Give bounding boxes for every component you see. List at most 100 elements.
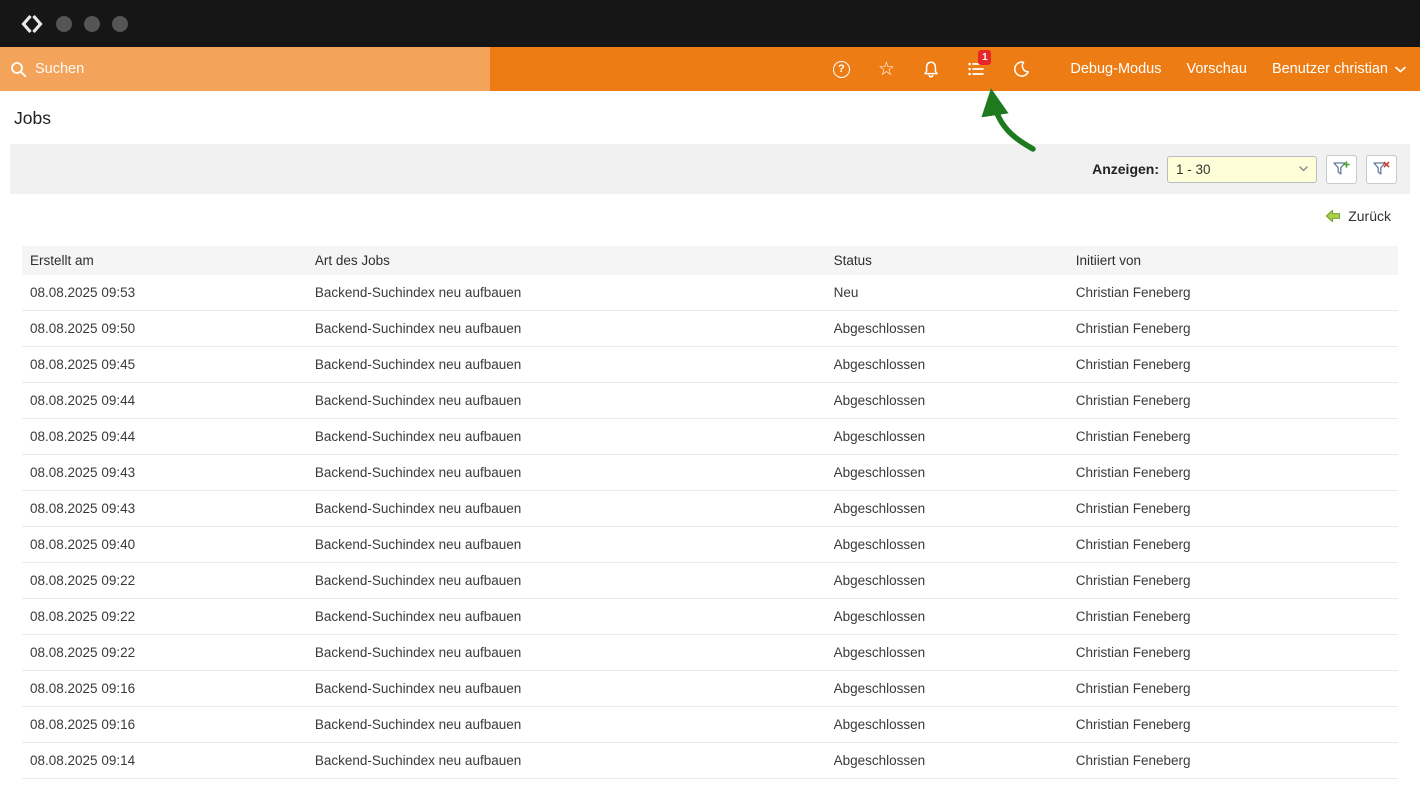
cell-created-at: 08.08.2025 09:53 bbox=[22, 275, 307, 311]
search-icon bbox=[10, 61, 27, 78]
cell-initiator: Christian Feneberg bbox=[1068, 743, 1398, 779]
cell-job-type: Backend-Suchindex neu aufbauen bbox=[307, 383, 826, 419]
col-header-jobtype[interactable]: Art des Jobs bbox=[307, 246, 826, 275]
jobs-badge: 1 bbox=[978, 50, 991, 65]
preview-link[interactable]: Vorschau bbox=[1186, 61, 1246, 77]
cell-status: Abgeschlossen bbox=[826, 419, 1068, 455]
cell-initiator: Christian Feneberg bbox=[1068, 599, 1398, 635]
cell-job-type: Backend-Suchindex neu aufbauen bbox=[307, 635, 826, 671]
clear-filter-button[interactable] bbox=[1366, 155, 1397, 184]
cell-initiator: Christian Feneberg bbox=[1068, 455, 1398, 491]
table-header-row: Erstellt am Art des Jobs Status Initiier… bbox=[22, 246, 1398, 275]
table-row[interactable]: 08.08.2025 09:22 Backend-Suchindex neu a… bbox=[22, 599, 1398, 635]
cell-job-type: Backend-Suchindex neu aufbauen bbox=[307, 455, 826, 491]
cell-initiator: Christian Feneberg bbox=[1068, 311, 1398, 347]
user-menu[interactable]: Benutzer christian bbox=[1272, 61, 1406, 77]
cell-created-at: 08.08.2025 09:22 bbox=[22, 563, 307, 599]
table-row[interactable]: 08.08.2025 09:50 Backend-Suchindex neu a… bbox=[22, 311, 1398, 347]
funnel-clear-icon bbox=[1373, 161, 1390, 177]
cell-initiator: Christian Feneberg bbox=[1068, 275, 1398, 311]
table-row[interactable]: 08.08.2025 09:44 Backend-Suchindex neu a… bbox=[22, 419, 1398, 455]
app-logo-icon bbox=[20, 12, 44, 36]
cell-status: Abgeschlossen bbox=[826, 635, 1068, 671]
cell-created-at: 08.08.2025 09:40 bbox=[22, 527, 307, 563]
window-titlebar bbox=[0, 0, 1420, 47]
col-header-created[interactable]: Erstellt am bbox=[22, 246, 307, 275]
page-range-value: 1 - 30 bbox=[1176, 162, 1211, 177]
cell-status: Abgeschlossen bbox=[826, 491, 1068, 527]
jobs-table-body: 08.08.2025 09:53 Backend-Suchindex neu a… bbox=[22, 275, 1398, 779]
cell-status: Abgeschlossen bbox=[826, 743, 1068, 779]
cell-initiator: Christian Feneberg bbox=[1068, 563, 1398, 599]
main-header: ? ☆ 1 Debug-Modu bbox=[0, 47, 1420, 91]
cell-created-at: 08.08.2025 09:16 bbox=[22, 707, 307, 743]
cell-initiator: Christian Feneberg bbox=[1068, 419, 1398, 455]
cell-job-type: Backend-Suchindex neu aufbauen bbox=[307, 707, 826, 743]
cell-created-at: 08.08.2025 09:22 bbox=[22, 599, 307, 635]
cell-job-type: Backend-Suchindex neu aufbauen bbox=[307, 563, 826, 599]
cell-job-type: Backend-Suchindex neu aufbauen bbox=[307, 311, 826, 347]
titlebar-dot bbox=[112, 16, 128, 32]
table-row[interactable]: 08.08.2025 09:22 Backend-Suchindex neu a… bbox=[22, 635, 1398, 671]
cell-job-type: Backend-Suchindex neu aufbauen bbox=[307, 743, 826, 779]
scheduled-tasks-icon[interactable]: 1 bbox=[966, 59, 986, 79]
cell-created-at: 08.08.2025 09:44 bbox=[22, 383, 307, 419]
cell-job-type: Backend-Suchindex neu aufbauen bbox=[307, 527, 826, 563]
col-header-status[interactable]: Status bbox=[826, 246, 1068, 275]
cell-status: Abgeschlossen bbox=[826, 347, 1068, 383]
cell-created-at: 08.08.2025 09:50 bbox=[22, 311, 307, 347]
header-actions: ? ☆ 1 Debug-Modu bbox=[831, 47, 1420, 91]
cell-status: Abgeschlossen bbox=[826, 455, 1068, 491]
cell-status: Neu bbox=[826, 275, 1068, 311]
cell-created-at: 08.08.2025 09:22 bbox=[22, 635, 307, 671]
titlebar-dot bbox=[56, 16, 72, 32]
funnel-plus-icon bbox=[1333, 161, 1350, 177]
page-title: Jobs bbox=[14, 108, 1420, 129]
user-menu-label: Benutzer christian bbox=[1272, 61, 1388, 77]
table-row[interactable]: 08.08.2025 09:53 Backend-Suchindex neu a… bbox=[22, 275, 1398, 311]
cell-job-type: Backend-Suchindex neu aufbauen bbox=[307, 419, 826, 455]
cell-status: Abgeschlossen bbox=[826, 599, 1068, 635]
back-arrow-icon bbox=[1325, 209, 1341, 223]
cell-status: Abgeschlossen bbox=[826, 527, 1068, 563]
table-row[interactable]: 08.08.2025 09:16 Backend-Suchindex neu a… bbox=[22, 707, 1398, 743]
table-row[interactable]: 08.08.2025 09:40 Backend-Suchindex neu a… bbox=[22, 527, 1398, 563]
cell-created-at: 08.08.2025 09:44 bbox=[22, 419, 307, 455]
back-label: Zurück bbox=[1348, 208, 1391, 224]
table-row[interactable]: 08.08.2025 09:14 Backend-Suchindex neu a… bbox=[22, 743, 1398, 779]
help-icon[interactable]: ? bbox=[831, 59, 851, 79]
debug-mode-link[interactable]: Debug-Modus bbox=[1070, 61, 1161, 77]
cell-initiator: Christian Feneberg bbox=[1068, 491, 1398, 527]
search-input[interactable] bbox=[35, 61, 480, 77]
table-row[interactable]: 08.08.2025 09:43 Backend-Suchindex neu a… bbox=[22, 491, 1398, 527]
cell-status: Abgeschlossen bbox=[826, 671, 1068, 707]
cell-status: Abgeschlossen bbox=[826, 383, 1068, 419]
grid-toolbar: Anzeigen: 1 - 30 bbox=[10, 144, 1410, 194]
col-header-initiator[interactable]: Initiiert von bbox=[1068, 246, 1398, 275]
page-range-select[interactable]: 1 - 30 bbox=[1167, 156, 1317, 183]
table-row[interactable]: 08.08.2025 09:44 Backend-Suchindex neu a… bbox=[22, 383, 1398, 419]
cell-created-at: 08.08.2025 09:43 bbox=[22, 491, 307, 527]
moon-icon[interactable] bbox=[1011, 59, 1031, 79]
table-row[interactable]: 08.08.2025 09:43 Backend-Suchindex neu a… bbox=[22, 455, 1398, 491]
back-link[interactable]: Zurück bbox=[0, 206, 1391, 226]
table-row[interactable]: 08.08.2025 09:45 Backend-Suchindex neu a… bbox=[22, 347, 1398, 383]
cell-job-type: Backend-Suchindex neu aufbauen bbox=[307, 275, 826, 311]
search-bar[interactable] bbox=[0, 47, 490, 91]
cell-status: Abgeschlossen bbox=[826, 563, 1068, 599]
cell-job-type: Backend-Suchindex neu aufbauen bbox=[307, 491, 826, 527]
cell-created-at: 08.08.2025 09:16 bbox=[22, 671, 307, 707]
cell-job-type: Backend-Suchindex neu aufbauen bbox=[307, 347, 826, 383]
chevron-down-icon bbox=[1395, 66, 1406, 73]
titlebar-dot bbox=[84, 16, 100, 32]
cell-created-at: 08.08.2025 09:14 bbox=[22, 743, 307, 779]
chevron-down-icon bbox=[1299, 166, 1308, 172]
cell-status: Abgeschlossen bbox=[826, 311, 1068, 347]
cell-initiator: Christian Feneberg bbox=[1068, 347, 1398, 383]
table-row[interactable]: 08.08.2025 09:22 Backend-Suchindex neu a… bbox=[22, 563, 1398, 599]
star-icon[interactable]: ☆ bbox=[876, 59, 896, 79]
table-row[interactable]: 08.08.2025 09:16 Backend-Suchindex neu a… bbox=[22, 671, 1398, 707]
bell-icon[interactable] bbox=[921, 59, 941, 79]
add-filter-button[interactable] bbox=[1326, 155, 1357, 184]
jobs-table: Erstellt am Art des Jobs Status Initiier… bbox=[22, 246, 1398, 779]
